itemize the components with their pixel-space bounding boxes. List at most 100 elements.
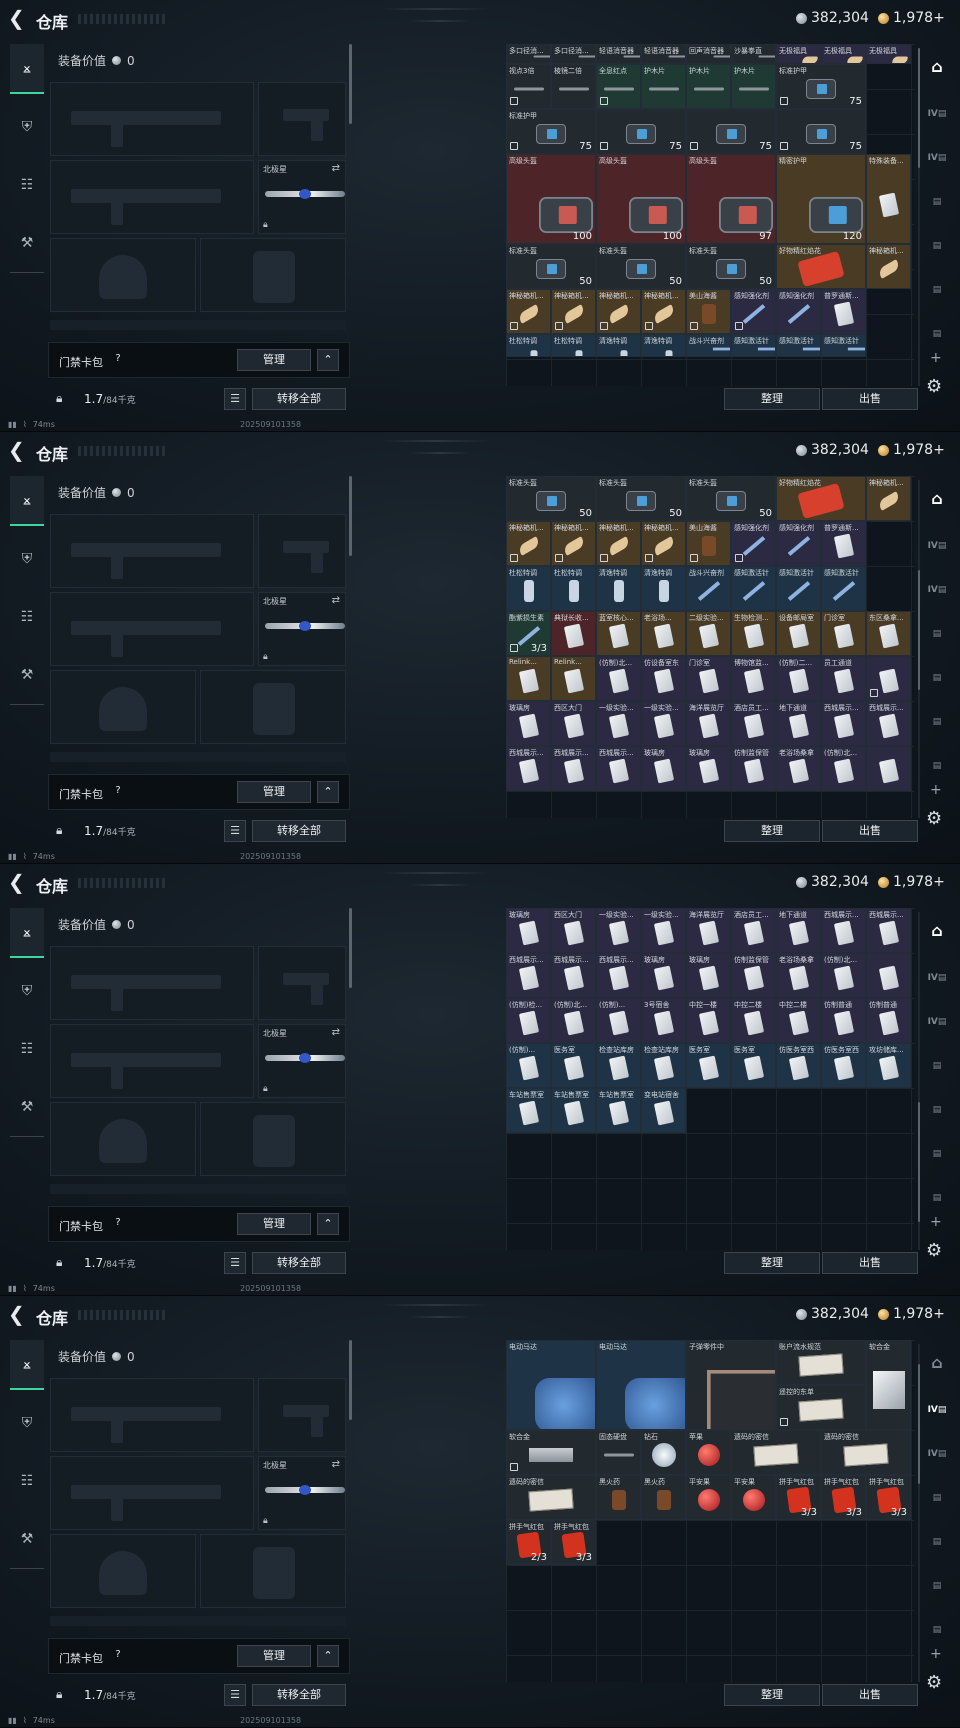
add-storage-icon[interactable]: + [930,782,942,798]
melee-slot[interactable]: 北极星 ⇄ 🔒︎ [258,1456,346,1530]
item-cell[interactable]: 西城展示... [596,953,641,998]
sell-button[interactable]: 出售 [822,820,918,842]
grid-scrollbar[interactable] [918,1344,920,1682]
item-cell[interactable]: 遗码的密信 [731,1430,821,1475]
item-cell[interactable]: 战斗兴奋剂 [686,334,731,357]
item-cell[interactable]: 感知激活针 [821,334,866,357]
item-cell[interactable]: 杜松特调 [506,334,551,357]
loadout-scrollbar[interactable] [349,476,352,556]
item-cell[interactable]: 苹果 [686,1430,731,1475]
item-cell[interactable]: 老浴场桑拿 [776,953,821,998]
item-cell[interactable]: 员工通道 [821,656,866,701]
transfer-all-button[interactable]: 转移全部 [252,1684,346,1706]
item-cell[interactable]: 全息红点 [596,64,641,110]
item-cell[interactable]: 仿医务室西 [821,1043,866,1088]
item-cell[interactable]: 黑火药 [641,1475,686,1520]
helmet-slot[interactable] [50,670,196,744]
item-cell[interactable]: 电动马达 [596,1340,686,1430]
melee-slot[interactable]: 北极星 ⇄ 🔒︎ [258,160,346,234]
nav-clipboard-tab[interactable]: ☷ [10,1456,44,1506]
nav-gun-tab[interactable]: ⨱ [10,1340,44,1390]
item-cell[interactable]: 护木片 [686,64,731,110]
nav-briefcase-tab[interactable]: ⚒ [10,218,44,268]
item-cell[interactable]: 沙暴拳直 [731,44,776,65]
item-cell[interactable]: 车站售票室 [506,1088,551,1133]
sell-button[interactable]: 出售 [822,1684,918,1706]
storage-tab-5[interactable]: ▤ [924,1088,950,1132]
storage-tab-2[interactable]: IV▤ [924,956,950,1000]
item-cell[interactable]: Relink... [506,656,551,701]
item-cell[interactable]: 玻璃房 [506,701,551,746]
sort-button[interactable]: 整理 [724,820,820,842]
item-cell[interactable]: 老浴场桑拿 [776,746,821,791]
back-arrow-icon[interactable]: ❮ [8,7,25,29]
item-cell[interactable]: 蓝室核心... [596,611,641,656]
grid-scrollbar[interactable] [918,912,920,1250]
melee-slot[interactable]: 北极星 ⇄ 🔒︎ [258,592,346,666]
storage-tab-main[interactable]: ⌂ [924,908,950,952]
list-icon[interactable]: ☰ [224,1684,246,1706]
item-cell[interactable]: 感知激活针 [821,566,866,611]
item-cell[interactable]: 感知强化剂 [731,521,776,566]
nav-briefcase-tab[interactable]: ⚒ [10,1082,44,1132]
help-icon[interactable]: ? [111,1648,125,1662]
item-cell[interactable]: 拼手气红包 3/3 [551,1520,596,1565]
storage-grid[interactable]: 电动马达 电动马达 子弹零件中 账户流水规范 遥控的东单 软合金 软合金 固态硬盘 钻石 苹果 遗码… [506,1340,914,1682]
storage-grid[interactable]: 玻璃房 西区大门 一级实验... 一级实验... 海洋展览厅 酒店员工... 地下通道 西城展… [506,908,914,1250]
item-cell[interactable]: 75 [776,109,866,155]
item-cell[interactable]: 一级实验... [596,908,641,953]
pistol-slot[interactable] [258,514,346,588]
gold-currency[interactable]: 1,978+ [878,1306,945,1322]
swap-icon[interactable]: ⇄ [332,1027,340,1038]
help-icon[interactable]: ? [111,1216,125,1230]
item-cell[interactable]: 博物馆监... [731,656,776,701]
add-storage-icon[interactable]: + [930,1646,942,1662]
pistol-slot[interactable] [258,1378,346,1452]
gold-currency[interactable]: 1,978+ [878,10,945,26]
manage-button[interactable]: 管理 [237,1213,311,1235]
swap-icon[interactable]: ⇄ [332,1459,340,1470]
primary-weapon-slot[interactable] [50,82,254,156]
gear-icon[interactable]: ⚙ [926,1672,942,1693]
item-cell[interactable]: 战斗兴奋剂 [686,566,731,611]
item-cell[interactable]: 仿设备室东 [641,656,686,701]
item-cell[interactable]: 75 [596,109,686,155]
item-cell[interactable]: 地下通道 [776,701,821,746]
item-cell[interactable]: 普罗通斯... [821,289,866,335]
item-cell[interactable]: 检查站库房 [641,1043,686,1088]
item-cell[interactable]: 玻璃房 [641,746,686,791]
swap-icon[interactable]: ⇄ [332,163,340,174]
item-cell[interactable]: 棱镜二倍 [551,64,596,110]
item-cell[interactable]: 老浴场... [641,611,686,656]
storage-tab-5[interactable]: ▤ [924,1520,950,1564]
storage-tab-3[interactable]: IV▤ [924,1000,950,1044]
list-icon[interactable]: ☰ [224,1252,246,1274]
back-arrow-icon[interactable]: ❮ [8,871,25,893]
item-cell[interactable]: 神秘箱机... [506,289,551,335]
item-cell[interactable]: 好物精红焰花 [776,244,866,290]
item-cell[interactable]: 玻璃房 [506,908,551,953]
item-cell[interactable]: 杜松特调 [551,334,596,357]
back-arrow-icon[interactable]: ❮ [8,1303,25,1325]
item-cell[interactable]: 仿医务室西 [776,1043,821,1088]
item-cell[interactable]: 高级头盔 100 [596,154,686,245]
item-cell[interactable]: 门诊室 [821,611,866,656]
item-cell[interactable]: 无极福具 [866,44,911,65]
item-cell[interactable]: 酒店员工... [731,908,776,953]
armor-slot[interactable] [200,238,346,312]
storage-tab-6[interactable]: ▤ [924,1564,950,1608]
item-cell[interactable]: 无极福具 [776,44,821,65]
item-cell[interactable]: 车站售票室 [596,1088,641,1133]
item-cell[interactable]: 仿制监保管 [731,953,776,998]
item-cell[interactable]: 医务室 [686,1043,731,1088]
item-cell[interactable]: 感知激活针 [731,566,776,611]
gold-currency[interactable]: 1,978+ [878,442,945,458]
item-cell[interactable]: 神秘箱机... [596,289,641,335]
item-cell[interactable]: 酒店员工... [731,701,776,746]
item-cell[interactable]: 标准头盔 50 [596,244,686,290]
sort-button[interactable]: 整理 [724,388,820,410]
item-cell[interactable]: 遥控的东单 [776,1385,866,1430]
item-cell[interactable]: 西城展示... [551,953,596,998]
storage-tab-main[interactable]: ⌂ [924,1340,950,1384]
item-cell[interactable]: 轻语消音器 [641,44,686,65]
